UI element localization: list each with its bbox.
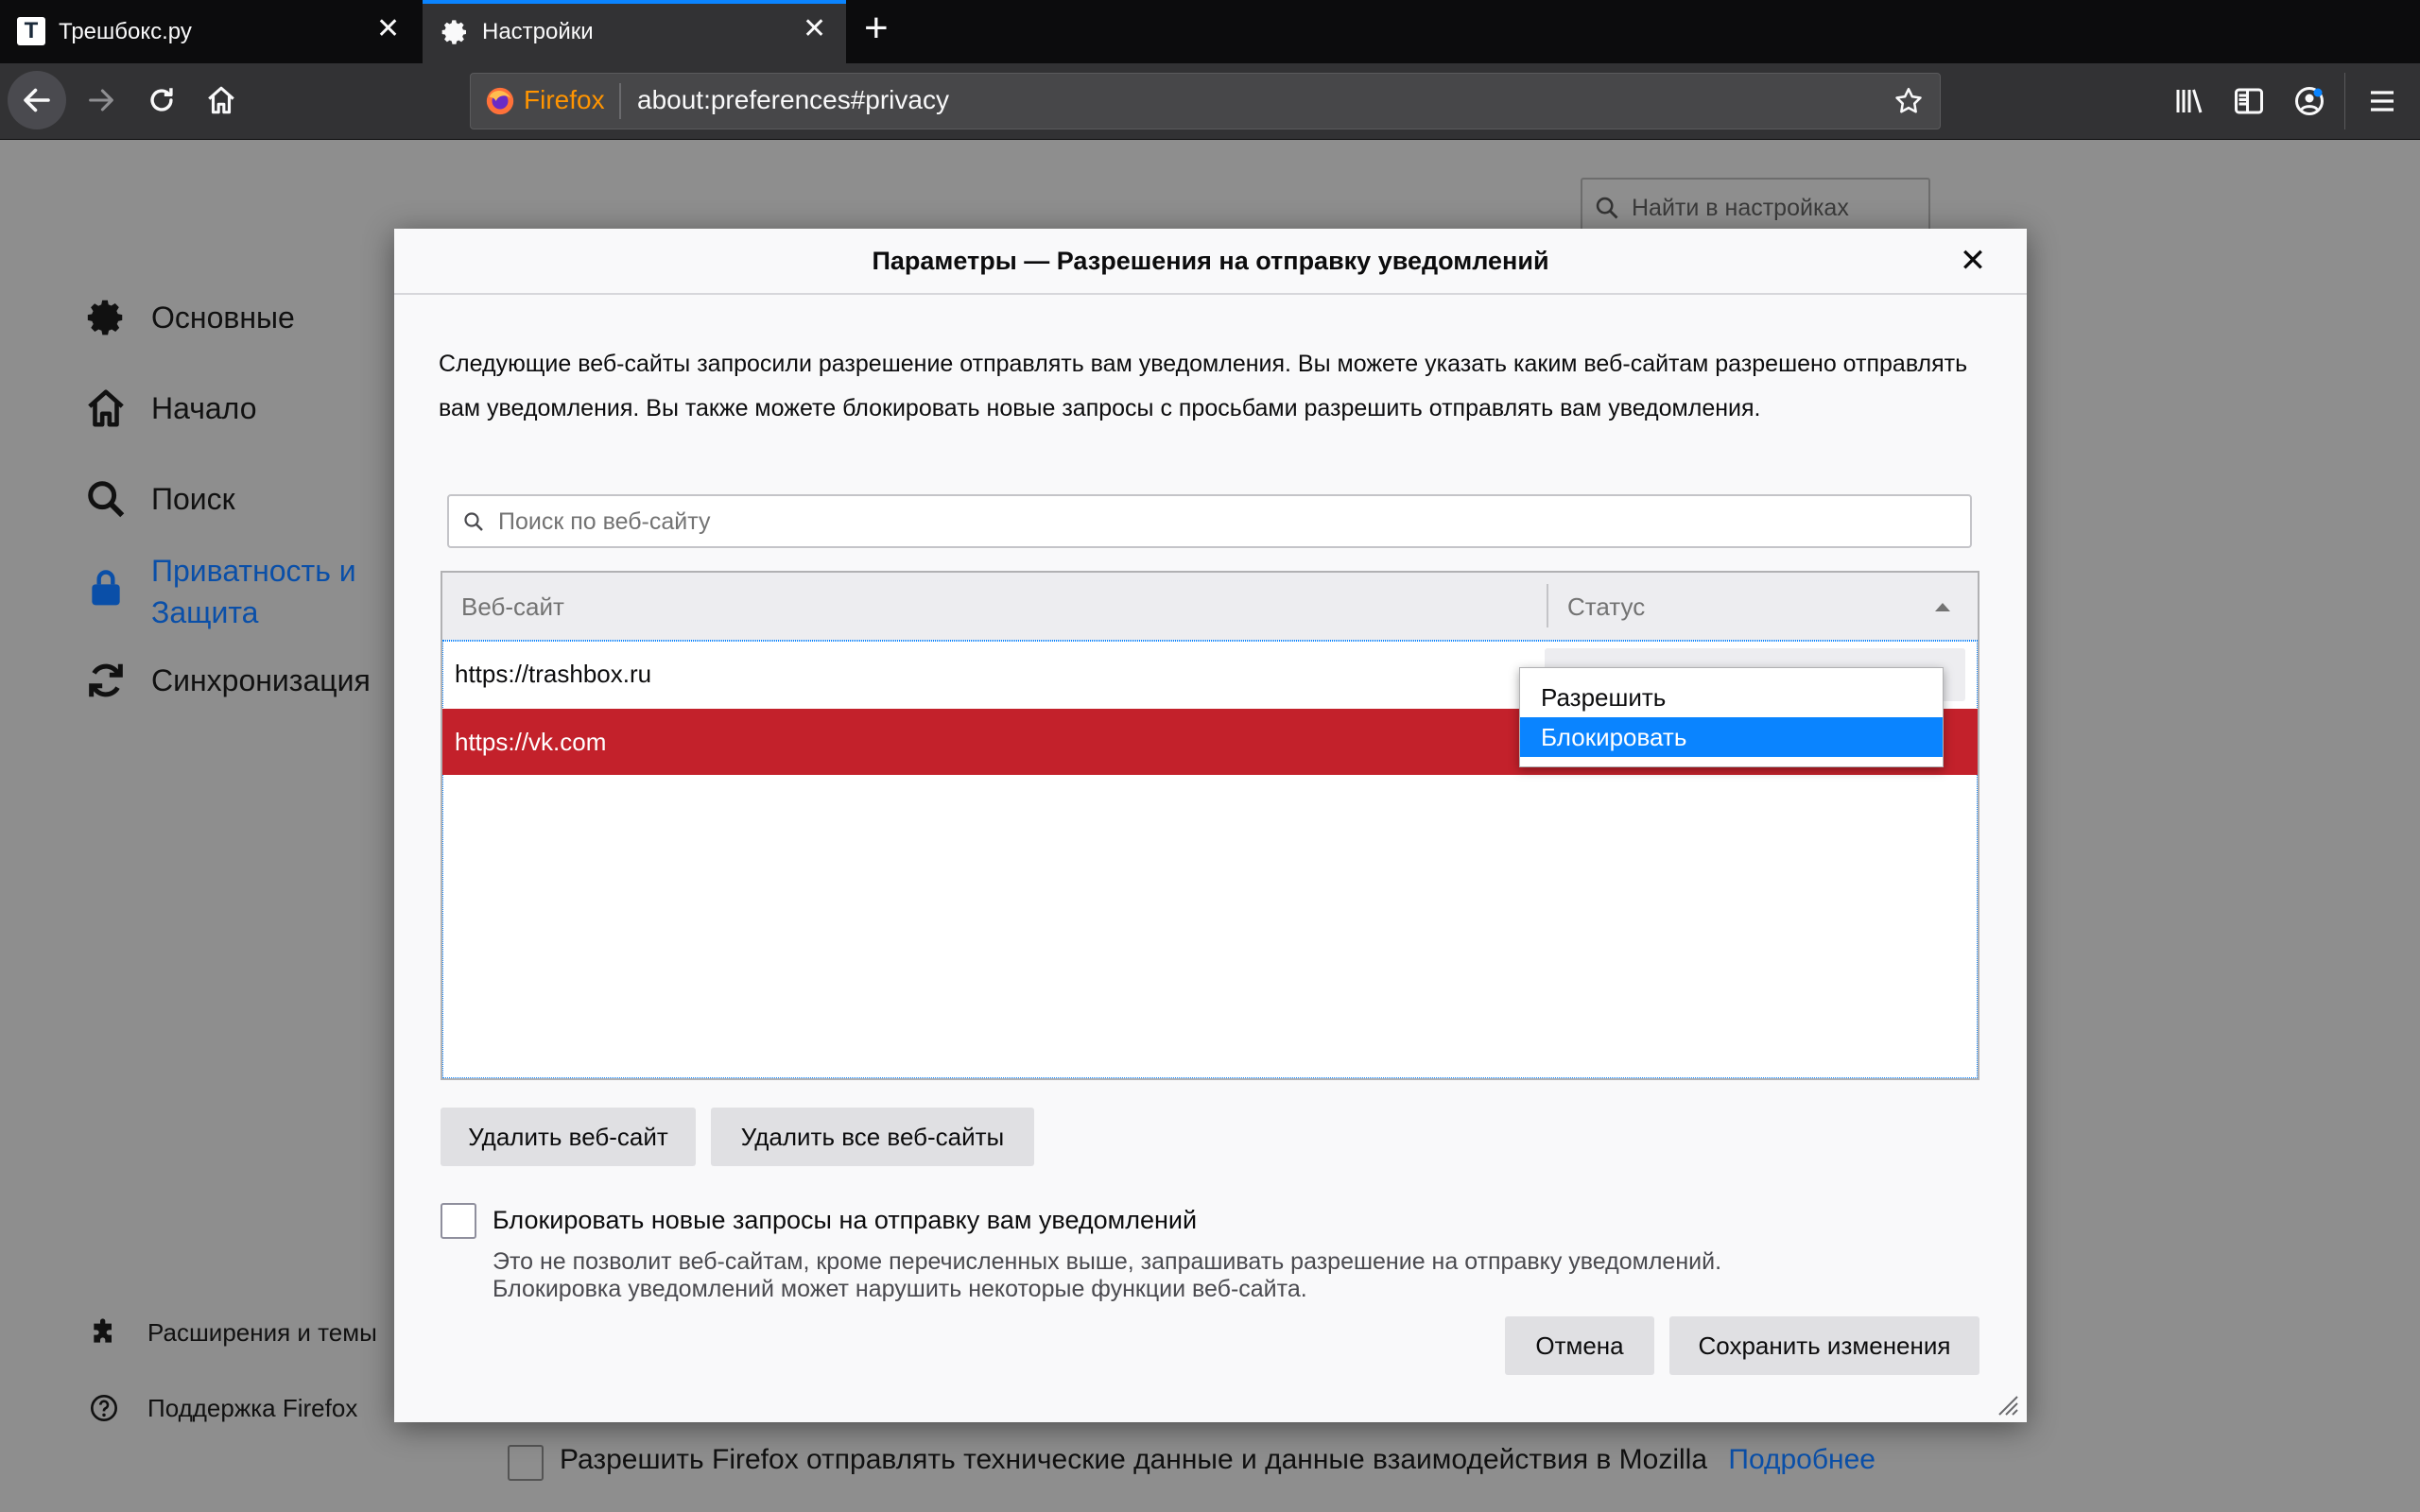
site-search-box[interactable] [447,494,1972,548]
save-changes-button[interactable]: Сохранить изменения [1669,1316,1979,1375]
category-home[interactable]: Начало [83,386,257,431]
telemetry-row: Разрешить Firefox отправлять технические… [560,1444,1876,1476]
prefs-search-placeholder: Найти в настройках [1632,195,1849,221]
category-label: Синхронизация [151,662,371,697]
footer-link-label: Расширения и темы [147,1317,377,1347]
sync-icon [83,658,129,703]
url-text[interactable]: about:preferences#privacy [637,85,949,115]
column-header-site[interactable]: Веб-сайт [461,573,564,641]
dialog-description: Следующие веб-сайты запросили разрешение… [439,351,1968,421]
category-label-line2: Защита [151,595,259,629]
notification-permissions-dialog: Параметры — Разрешения на отправку уведо… [394,229,2027,1422]
account-icon[interactable] [2292,84,2326,118]
learn-more-link[interactable]: Подробнее [1728,1444,1876,1475]
dialog-header: Параметры — Разрешения на отправку уведо… [394,229,2027,295]
category-sync[interactable]: Синхронизация [83,658,371,703]
option-block[interactable]: Блокировать [1520,717,1943,757]
table-header: Веб-сайт Статус [442,573,1978,641]
tab-title: Настройки [482,19,594,44]
block-new-requests-label[interactable]: Блокировать новые запросы на отправку ва… [493,1206,1197,1235]
home-icon [208,86,234,114]
url-bar[interactable]: Firefox about:preferences#privacy [470,73,1941,129]
sidebar-icon[interactable] [2232,84,2266,118]
firefox-support-link[interactable]: Поддержка Firefox [87,1391,357,1425]
arrow-left-icon [24,88,50,112]
hamburger-menu-icon[interactable] [2365,84,2399,118]
dialog-title: Параметры — Разрешения на отправку уведо… [872,247,1549,275]
reload-button[interactable] [140,78,183,122]
column-separator[interactable] [1547,584,1548,627]
resize-grip-icon[interactable] [1992,1389,2018,1416]
tab-settings[interactable]: Настройки ✕ [423,0,846,63]
site-search-input[interactable] [496,496,1956,548]
home-button[interactable] [199,78,243,122]
category-search[interactable]: Поиск [83,476,235,522]
sort-ascending-icon [1935,603,1950,611]
trashbox-favicon-icon: T [17,17,45,45]
search-icon [1596,197,1618,219]
library-icon[interactable] [2172,84,2206,118]
navigation-toolbar: Firefox about:preferences#privacy [0,63,2420,140]
gear-icon [441,20,466,44]
block-help-text-line2: Блокировка уведомлений может нарушить не… [493,1276,1307,1302]
lock-icon [83,565,129,610]
category-label: Основные [151,300,295,335]
sites-table: Веб-сайт Статус https://trashbox.ru http… [441,571,1979,1080]
category-general[interactable]: Основные [83,295,295,340]
search-icon [83,476,129,522]
block-help-text-line1: Это не позволит веб-сайтам, кроме перечи… [493,1248,1722,1275]
back-button[interactable] [8,71,66,129]
category-label-line1: Приватность и [151,554,356,588]
puzzle-icon [87,1315,121,1349]
remove-all-sites-button[interactable]: Удалить все веб-сайты [711,1108,1034,1166]
reload-icon [150,88,173,112]
remove-site-button[interactable]: Удалить веб-сайт [441,1108,696,1166]
category-privacy[interactable]: Приватность и Защита [83,550,356,633]
status-dropdown-menu: Разрешить Блокировать [1519,667,1944,767]
gear-icon [83,295,129,340]
telemetry-checkbox[interactable] [508,1445,544,1481]
extensions-themes-link[interactable]: Расширения и темы [87,1315,377,1349]
star-icon[interactable] [1893,85,1925,117]
option-allow[interactable]: Разрешить [1520,678,1943,717]
arrow-right-icon [89,89,113,112]
tab-trashbox[interactable]: T Трешбокс.ру ✕ [0,0,421,63]
tab-title: Трешбокс.ру [59,19,192,44]
search-icon [464,512,483,531]
column-header-status[interactable]: Статус [1567,573,1645,641]
identity-label[interactable]: Firefox [524,85,605,115]
forward-button[interactable] [79,78,123,122]
close-tab-icon[interactable]: ✕ [803,15,826,43]
cancel-button[interactable]: Отмена [1505,1316,1654,1375]
category-label: Начало [151,390,257,425]
new-tab-button[interactable]: + [864,8,889,49]
help-icon [87,1391,121,1425]
site-cell: https://vk.com [455,728,607,756]
toolbar-separator [2344,73,2345,129]
footer-link-label: Поддержка Firefox [147,1393,358,1422]
prefs-search-box[interactable]: Найти в настройках [1581,178,1930,236]
site-cell: https://trashbox.ru [455,660,652,688]
tab-strip: T Трешбокс.ру ✕ Настройки ✕ + [0,0,2420,63]
block-new-requests-checkbox[interactable] [441,1203,476,1239]
close-tab-icon[interactable]: ✕ [376,15,400,43]
category-label: Поиск [151,481,235,516]
home-icon [83,386,129,431]
firefox-logo-icon [486,87,514,115]
url-separator [619,83,621,119]
telemetry-label: Разрешить Firefox отправлять технические… [560,1444,1708,1475]
close-icon[interactable]: ✕ [1954,242,1992,280]
